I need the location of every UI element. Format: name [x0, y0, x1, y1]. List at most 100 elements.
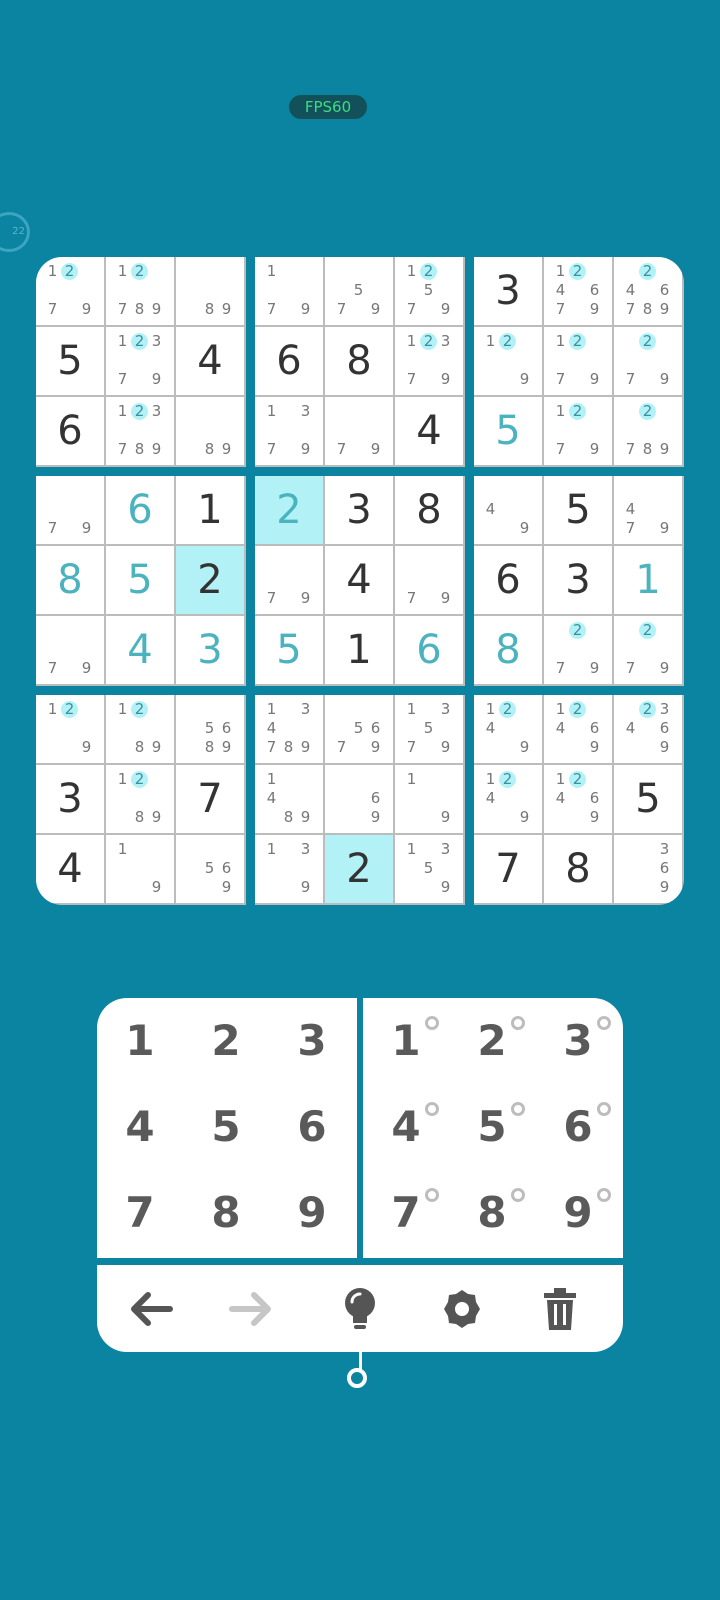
sudoku-cell[interactable]: 1 3 9	[255, 835, 323, 903]
value-key-4[interactable]: 4	[97, 1084, 183, 1170]
sudoku-cell[interactable]: 4	[325, 546, 393, 614]
sudoku-cell[interactable]: 3	[36, 765, 104, 833]
note-key-9[interactable]: 9	[535, 1170, 621, 1256]
undo-button[interactable]	[118, 1277, 182, 1341]
note-key-8[interactable]: 8	[449, 1170, 535, 1256]
sudoku-cell[interactable]: 8	[36, 546, 104, 614]
sudoku-cell[interactable]: 123 7 9	[395, 327, 463, 395]
value-key-7[interactable]: 7	[97, 1170, 183, 1256]
sudoku-cell[interactable]: 24 6 789	[614, 257, 682, 325]
hint-button[interactable]	[328, 1277, 392, 1341]
sudoku-cell[interactable]: 124 69	[544, 765, 612, 833]
sudoku-cell[interactable]: 123 7 9	[106, 327, 174, 395]
sudoku-cell[interactable]: 5	[255, 616, 323, 684]
sudoku-cell[interactable]: 6	[474, 546, 542, 614]
sudoku-cell[interactable]: 2 7 9	[544, 616, 612, 684]
sudoku-cell[interactable]: 6	[395, 616, 463, 684]
sudoku-cell[interactable]: 4	[106, 616, 174, 684]
sudoku-cell[interactable]: 79	[255, 546, 323, 614]
note-key-3[interactable]: 3	[535, 998, 621, 1084]
sudoku-cell[interactable]: 12 9	[474, 327, 542, 395]
sudoku-cell[interactable]: 1 357 9	[395, 695, 463, 763]
sudoku-cell[interactable]: 89	[176, 397, 244, 465]
sudoku-cell[interactable]: 12 89	[106, 765, 174, 833]
sudoku-cell[interactable]: 47 9	[614, 476, 682, 544]
sudoku-cell[interactable]: 23 4 69	[614, 695, 682, 763]
sudoku-cell[interactable]: 12 7 9	[544, 397, 612, 465]
sudoku-cell[interactable]: 57 9	[325, 257, 393, 325]
note-key-4[interactable]: 4	[363, 1084, 449, 1170]
sudoku-cell[interactable]: 8	[544, 835, 612, 903]
sudoku-cell[interactable]: 569	[176, 835, 244, 903]
sudoku-cell[interactable]: 56 7 9	[325, 695, 393, 763]
note-key-6[interactable]: 6	[535, 1084, 621, 1170]
value-key-9[interactable]: 9	[269, 1170, 355, 1256]
sudoku-cell[interactable]: 12 7 9	[544, 327, 612, 395]
drag-handle[interactable]	[347, 1368, 367, 1388]
sudoku-cell[interactable]: 3	[474, 257, 542, 325]
sudoku-cell[interactable]: 49	[474, 476, 542, 544]
sudoku-cell[interactable]: 69	[325, 765, 393, 833]
sudoku-cell[interactable]: 1	[614, 546, 682, 614]
sudoku-cell[interactable]: 4	[395, 397, 463, 465]
sudoku-cell[interactable]: 1	[325, 616, 393, 684]
note-key-1[interactable]: 1	[363, 998, 449, 1084]
sudoku-cell[interactable]: 79	[36, 616, 104, 684]
sudoku-cell[interactable]: 4	[176, 327, 244, 395]
value-key-8[interactable]: 8	[183, 1170, 269, 1256]
sudoku-cell[interactable]: 1257 9	[395, 257, 463, 325]
value-key-3[interactable]: 3	[269, 998, 355, 1084]
sudoku-cell[interactable]: 1 3 7 9	[255, 397, 323, 465]
sudoku-cell[interactable]: 2	[255, 476, 323, 544]
value-key-6[interactable]: 6	[269, 1084, 355, 1170]
sudoku-cell[interactable]: 124 9	[474, 695, 542, 763]
value-key-2[interactable]: 2	[183, 998, 269, 1084]
note-key-5[interactable]: 5	[449, 1084, 535, 1170]
sudoku-cell[interactable]: 5	[474, 397, 542, 465]
sudoku-cell[interactable]: 5	[614, 765, 682, 833]
sudoku-cell[interactable]: 369	[614, 835, 682, 903]
sudoku-cell[interactable]: 7	[474, 835, 542, 903]
value-key-1[interactable]: 1	[97, 998, 183, 1084]
sudoku-cell[interactable]: 1	[176, 476, 244, 544]
sudoku-cell[interactable]: 124 6 7 9	[544, 257, 612, 325]
delete-button[interactable]	[528, 1277, 592, 1341]
sudoku-cell[interactable]: 1 3 4789	[255, 695, 323, 763]
sudoku-cell[interactable]: 3	[325, 476, 393, 544]
sudoku-cell[interactable]: 5	[544, 476, 612, 544]
sudoku-cell[interactable]: 89	[176, 257, 244, 325]
sudoku-cell[interactable]: 8	[395, 476, 463, 544]
sudoku-cell[interactable]: 1489	[255, 765, 323, 833]
note-key-7[interactable]: 7	[363, 1170, 449, 1256]
sudoku-cell[interactable]: 1 7 9	[255, 257, 323, 325]
sudoku-cell[interactable]: 12 7 9	[36, 257, 104, 325]
sudoku-cell[interactable]: 79	[395, 546, 463, 614]
note-key-2[interactable]: 2	[449, 998, 535, 1084]
sudoku-cell[interactable]: 123 789	[106, 397, 174, 465]
sudoku-cell[interactable]: 3	[176, 616, 244, 684]
sudoku-cell[interactable]: 5	[36, 327, 104, 395]
sudoku-cell[interactable]: 2	[176, 546, 244, 614]
sudoku-cell[interactable]: 79	[36, 476, 104, 544]
sudoku-cell[interactable]: 2 7 9	[614, 327, 682, 395]
sudoku-cell[interactable]: 12 89	[106, 695, 174, 763]
sudoku-cell[interactable]: 2 789	[614, 397, 682, 465]
sudoku-cell[interactable]: 5	[106, 546, 174, 614]
redo-button[interactable]	[220, 1277, 284, 1341]
sudoku-cell[interactable]: 19	[106, 835, 174, 903]
sudoku-cell[interactable]: 19	[395, 765, 463, 833]
sudoku-cell[interactable]: 8	[325, 327, 393, 395]
sudoku-cell[interactable]: 6	[36, 397, 104, 465]
settings-button[interactable]	[430, 1277, 494, 1341]
sudoku-cell[interactable]: 124 9	[474, 765, 542, 833]
sudoku-cell[interactable]: 2	[325, 835, 393, 903]
sudoku-cell[interactable]: 5689	[176, 695, 244, 763]
sudoku-cell[interactable]: 79	[325, 397, 393, 465]
sudoku-cell[interactable]: 1 359	[395, 835, 463, 903]
sudoku-cell[interactable]: 8	[474, 616, 542, 684]
sudoku-cell[interactable]: 12 9	[36, 695, 104, 763]
sudoku-cell[interactable]: 7	[176, 765, 244, 833]
value-key-5[interactable]: 5	[183, 1084, 269, 1170]
sudoku-cell[interactable]: 4	[36, 835, 104, 903]
sudoku-cell[interactable]: 2 7 9	[614, 616, 682, 684]
